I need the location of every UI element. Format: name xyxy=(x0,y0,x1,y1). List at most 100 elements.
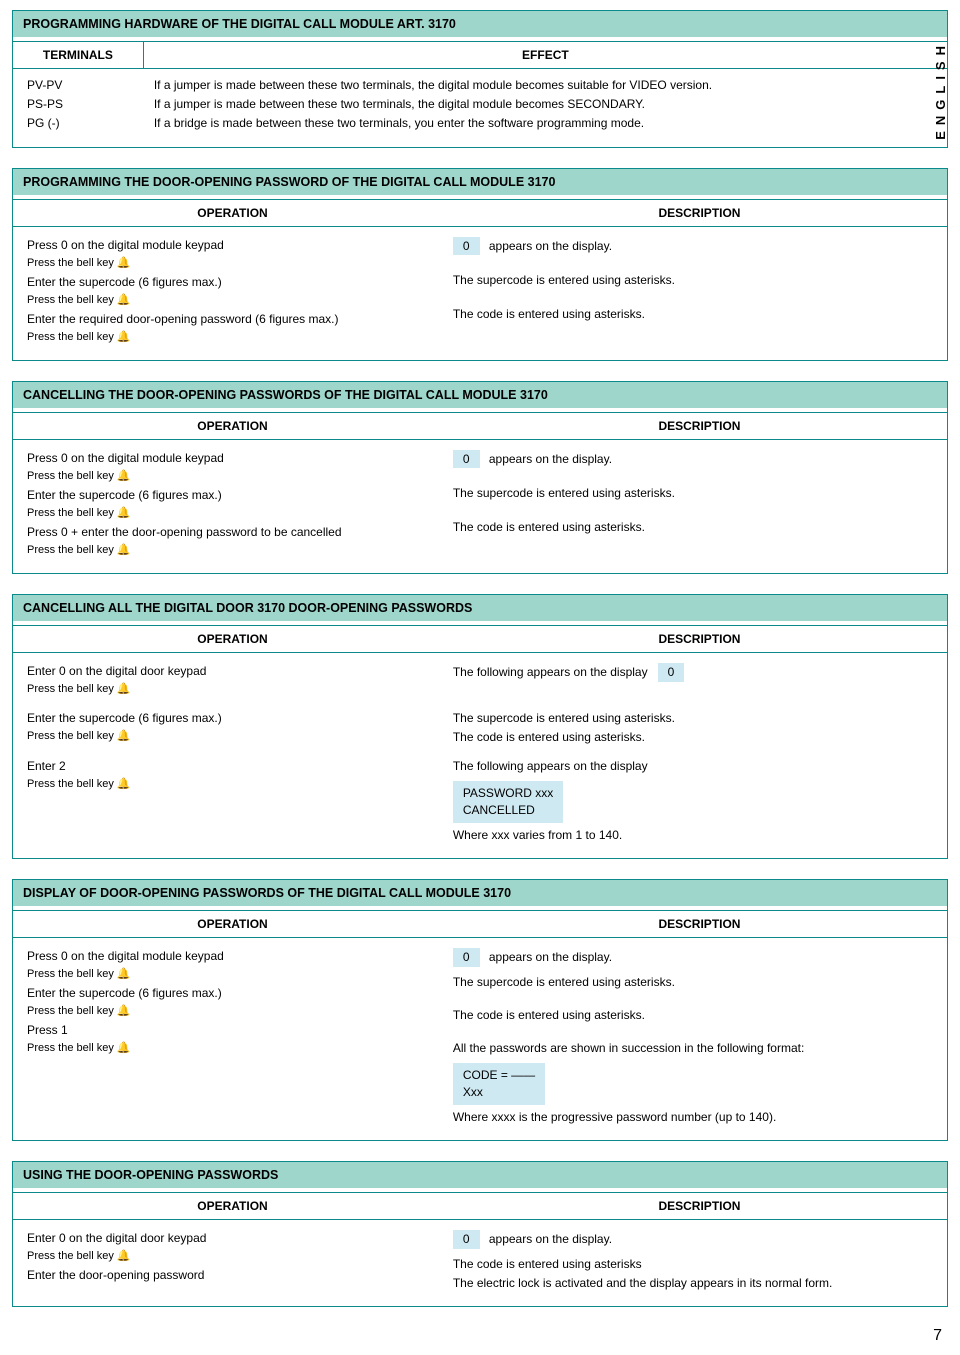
description-text: The supercode is entered using asterisks… xyxy=(453,485,933,501)
description-text: appears on the display. xyxy=(489,1232,612,1246)
display-box: CODE = —— Xxx xyxy=(453,1063,545,1105)
section-title: PROGRAMMING THE DOOR-OPENING PASSWORD OF… xyxy=(13,169,947,195)
display-line: Xxx xyxy=(463,1085,483,1099)
operation-step: Press the bell key 🔔 xyxy=(27,469,433,484)
header-effect: EFFECT xyxy=(144,42,947,68)
display-line: CODE = —— xyxy=(463,1068,535,1082)
header-row: OPERATION DESCRIPTION xyxy=(13,625,947,653)
header-description: DESCRIPTION xyxy=(452,626,947,652)
header-operation: OPERATION xyxy=(13,200,452,226)
display-chip: 0 xyxy=(453,450,480,469)
operation-step: Press the bell key 🔔 xyxy=(27,293,433,308)
description-text: The following appears on the display xyxy=(453,758,933,774)
section-title: USING THE DOOR-OPENING PASSWORDS xyxy=(13,1162,947,1188)
description-text: The code is entered using asterisks xyxy=(453,1256,933,1272)
description-text: The following appears on the display 0 xyxy=(453,663,933,682)
description-text: The supercode is entered using asterisks… xyxy=(453,272,933,288)
display-chip: 0 xyxy=(453,1230,480,1249)
operation-step: Press the bell key 🔔 xyxy=(27,777,433,792)
display-chip: 0 xyxy=(453,237,480,256)
header-description: DESCRIPTION xyxy=(452,1193,947,1219)
section-cancel-password: CANCELLING THE DOOR-OPENING PASSWORDS OF… xyxy=(12,381,948,574)
section-title: CANCELLING ALL THE DIGITAL DOOR 3170 DOO… xyxy=(13,595,947,621)
operation-step: Press 1 xyxy=(27,1022,433,1038)
description-text: 0 appears on the display. xyxy=(453,237,933,256)
description-text: appears on the display. xyxy=(489,239,612,253)
operation-step: Enter the supercode (6 figures max.) xyxy=(27,985,433,1001)
header-operation: OPERATION xyxy=(13,1193,452,1219)
operation-step: Press the bell key 🔔 xyxy=(27,967,433,982)
description-text: The code is entered using asterisks. xyxy=(453,729,933,745)
operation-step: Press the bell key 🔔 xyxy=(27,1249,433,1264)
display-box: PASSWORD xxx CANCELLED xyxy=(453,781,563,823)
header-operation: OPERATION xyxy=(13,626,452,652)
operation-step: Press the bell key 🔔 xyxy=(27,543,433,558)
section-title: CANCELLING THE DOOR-OPENING PASSWORDS OF… xyxy=(13,382,947,408)
section-prog-password: PROGRAMMING THE DOOR-OPENING PASSWORD OF… xyxy=(12,168,948,361)
header-row: OPERATION DESCRIPTION xyxy=(13,1192,947,1220)
header-description: DESCRIPTION xyxy=(452,413,947,439)
header-row: TERMINALS EFFECT xyxy=(13,41,947,69)
description-text: The following appears on the display xyxy=(453,665,648,679)
section-using-passwords: USING THE DOOR-OPENING PASSWORDS OPERATI… xyxy=(12,1161,948,1307)
language-side-label: ENGLISH xyxy=(933,40,948,140)
header-terminals: TERMINALS xyxy=(13,42,144,68)
header-row: OPERATION DESCRIPTION xyxy=(13,412,947,440)
description-text: All the passwords are shown in successio… xyxy=(453,1040,933,1056)
operation-step: Press 0 on the digital module keypad xyxy=(27,237,433,253)
operation-step: Enter the supercode (6 figures max.) xyxy=(27,274,433,290)
operation-step: Press 0 on the digital module keypad xyxy=(27,948,433,964)
operation-step: Press the bell key 🔔 xyxy=(27,1004,433,1019)
description-text: 0 appears on the display. xyxy=(453,1230,933,1249)
description-text: The supercode is entered using asterisks… xyxy=(453,710,933,726)
operation-step: Press the bell key 🔔 xyxy=(27,330,433,345)
effect-text: If a jumper is made between these two te… xyxy=(154,96,933,112)
terminal-label: PV-PV xyxy=(27,77,154,93)
section-cancel-all: CANCELLING ALL THE DIGITAL DOOR 3170 DOO… xyxy=(12,594,948,859)
operation-step: Enter 2 xyxy=(27,758,433,774)
header-operation: OPERATION xyxy=(13,413,452,439)
section-title: PROGRAMMING HARDWARE OF THE DIGITAL CALL… xyxy=(13,11,947,37)
header-description: DESCRIPTION xyxy=(452,200,947,226)
terminal-label: PS-PS xyxy=(27,96,154,112)
terminal-label: PG (-) xyxy=(27,115,154,131)
description-text: 0 appears on the display. xyxy=(453,948,933,967)
description-text: The electric lock is activated and the d… xyxy=(453,1275,933,1291)
display-line: PASSWORD xxx xyxy=(463,786,553,800)
section-display-passwords: DISPLAY OF DOOR-OPENING PASSWORDS OF THE… xyxy=(12,879,948,1141)
section-hardware: PROGRAMMING HARDWARE OF THE DIGITAL CALL… xyxy=(12,10,948,148)
page-number: 7 xyxy=(12,1327,948,1345)
operation-step: Enter 0 on the digital door keypad xyxy=(27,1230,433,1246)
operation-step: Press the bell key 🔔 xyxy=(27,1041,433,1056)
operation-step: Enter the supercode (6 figures max.) xyxy=(27,710,433,726)
operation-step: Press 0 on the digital module keypad xyxy=(27,450,433,466)
description-text: 0 appears on the display. xyxy=(453,450,933,469)
operation-step: Enter the door-opening password xyxy=(27,1267,433,1283)
operation-step: Enter 0 on the digital door keypad xyxy=(27,663,433,679)
header-row: OPERATION DESCRIPTION xyxy=(13,199,947,227)
header-row: OPERATION DESCRIPTION xyxy=(13,910,947,938)
display-line: CANCELLED xyxy=(463,803,535,817)
operation-step: Enter the required door-opening password… xyxy=(27,311,433,327)
operation-step: Press the bell key 🔔 xyxy=(27,682,433,697)
operation-step: Press the bell key 🔔 xyxy=(27,256,433,271)
operation-step: Enter the supercode (6 figures max.) xyxy=(27,487,433,503)
effect-text: If a bridge is made between these two te… xyxy=(154,115,933,131)
header-description: DESCRIPTION xyxy=(452,911,947,937)
description-text: appears on the display. xyxy=(489,950,612,964)
effect-text: If a jumper is made between these two te… xyxy=(154,77,933,93)
description-text: The code is entered using asterisks. xyxy=(453,306,933,322)
description-text: The supercode is entered using asterisks… xyxy=(453,974,933,990)
section-title: DISPLAY OF DOOR-OPENING PASSWORDS OF THE… xyxy=(13,880,947,906)
display-chip: 0 xyxy=(453,948,480,967)
operation-step: Press 0 + enter the door-opening passwor… xyxy=(27,524,433,540)
description-text: Where xxx varies from 1 to 140. xyxy=(453,827,933,843)
description-text: The code is entered using asterisks. xyxy=(453,519,933,535)
description-text: The code is entered using asterisks. xyxy=(453,1007,933,1023)
description-text: Where xxxx is the progressive password n… xyxy=(453,1109,933,1125)
description-text: appears on the display. xyxy=(489,452,612,466)
header-operation: OPERATION xyxy=(13,911,452,937)
operation-step: Press the bell key 🔔 xyxy=(27,506,433,521)
display-chip: 0 xyxy=(658,663,685,682)
operation-step: Press the bell key 🔔 xyxy=(27,729,433,744)
